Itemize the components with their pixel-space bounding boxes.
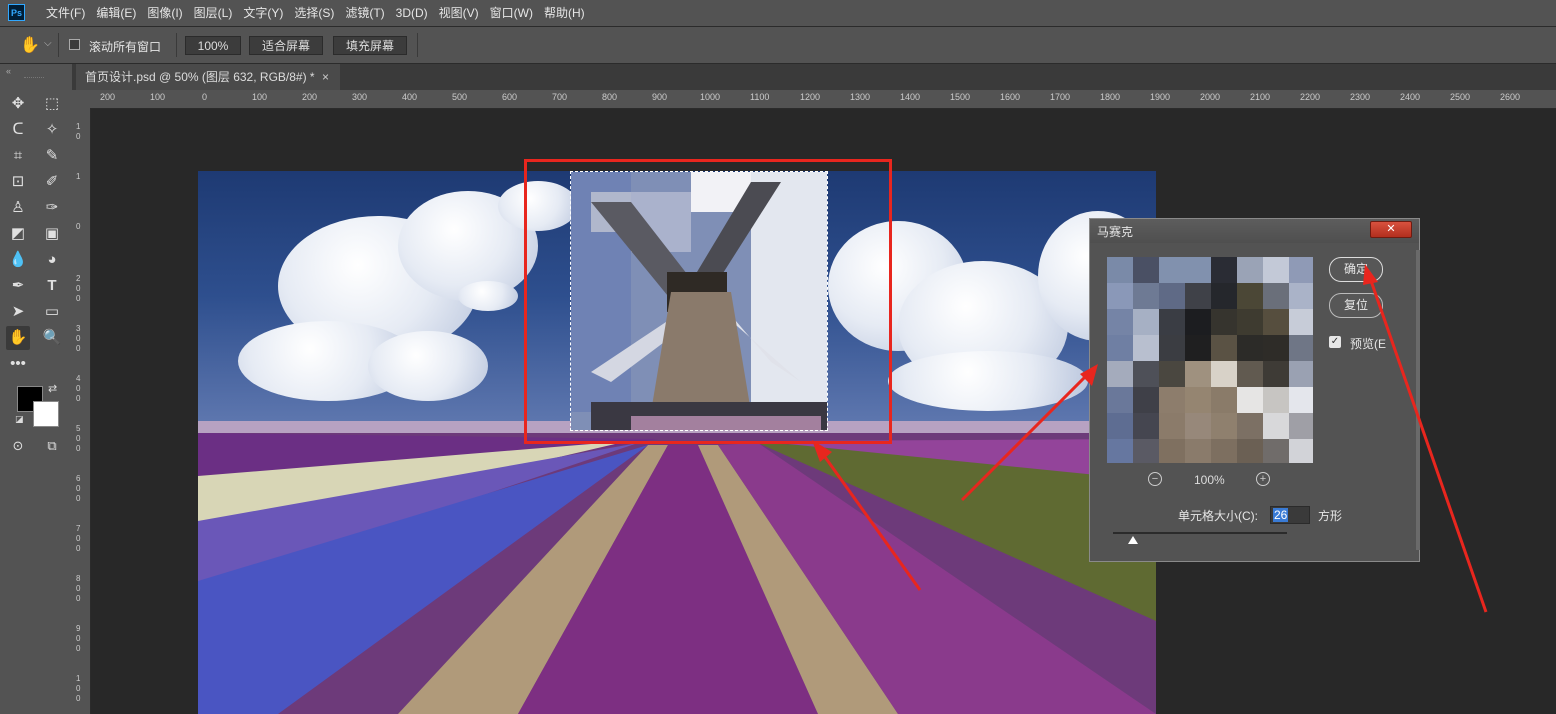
arrow-line-to-canvas: [818, 449, 922, 591]
arrow-line-to-preview: [960, 370, 1092, 502]
arrow-line-to-ok: [1367, 274, 1488, 613]
arrowhead-canvas: [812, 440, 832, 462]
annotation-arrows: [812, 264, 1488, 613]
arrowhead-preview: [1080, 364, 1098, 386]
arrowhead-ok: [1363, 264, 1378, 285]
